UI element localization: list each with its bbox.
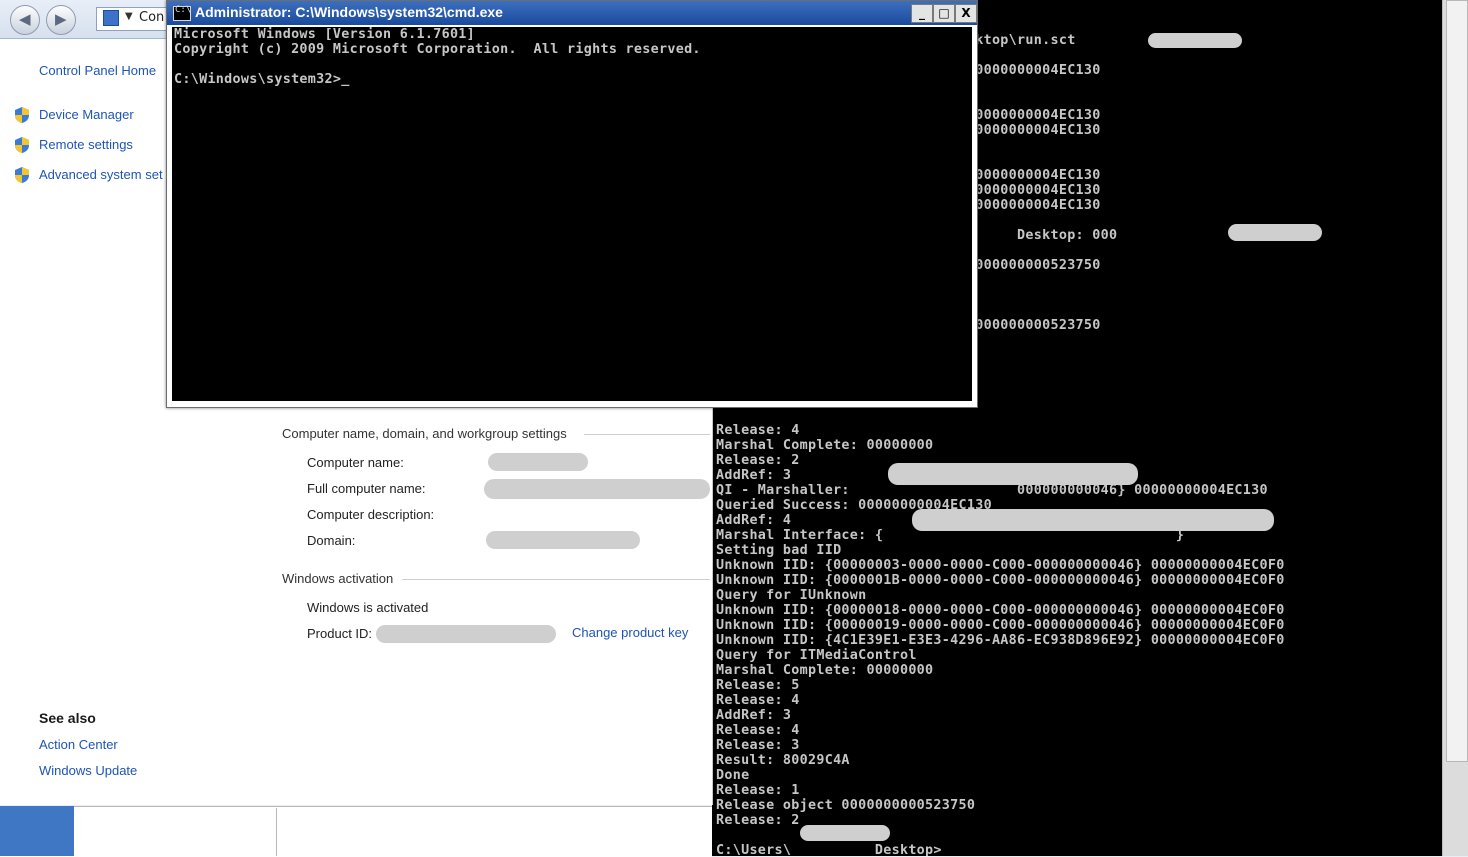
minimize-button[interactable]: _ bbox=[911, 4, 933, 23]
console-line: Microsoft Windows [Version 6.1.7601] bbox=[174, 27, 476, 42]
sidebar: Control Panel Home Device Manager Remote… bbox=[0, 40, 168, 805]
activation-section-heading: Windows activation bbox=[282, 571, 394, 586]
sidebar-control-panel-home[interactable]: Control Panel Home bbox=[39, 63, 156, 78]
cmd-console[interactable]: Microsoft Windows [Version 6.1.7601] Copy… bbox=[172, 27, 972, 401]
console-line: AddRef: 3 bbox=[716, 468, 792, 483]
console-line: Unknown IID: {00000018-0000-0000-C000-00… bbox=[716, 603, 1285, 618]
console-line: Release: 2 bbox=[716, 453, 800, 468]
console-line: Query for IUnknown bbox=[716, 588, 867, 603]
console-line: Release: 4 bbox=[716, 723, 800, 738]
redacted-value bbox=[376, 625, 556, 643]
close-button[interactable]: X bbox=[955, 4, 977, 23]
console-line: Result: 80029C4A bbox=[716, 753, 850, 768]
back-arrow-icon: ◀ bbox=[19, 10, 31, 28]
back-button[interactable]: ◀ bbox=[10, 5, 40, 35]
taskbar-start-area[interactable] bbox=[0, 806, 74, 856]
activation-status: Windows is activated bbox=[307, 600, 429, 615]
forward-button[interactable]: ▶ bbox=[46, 5, 76, 35]
section-divider bbox=[584, 434, 710, 435]
sidebar-item-remote-settings[interactable]: Remote settings bbox=[39, 137, 133, 152]
redaction-mark bbox=[1148, 33, 1242, 48]
control-panel-icon bbox=[103, 10, 119, 26]
maximize-button[interactable]: □ bbox=[933, 4, 955, 23]
console-line: Release object 0000000000523750 bbox=[716, 798, 976, 813]
product-id-label: Product ID: bbox=[307, 626, 373, 641]
console-line: Unknown IID: {4C1E39E1-E3E3-4296-AA86-EC… bbox=[716, 633, 1285, 648]
console-line: Unknown IID: {00000003-0000-0000-C000-00… bbox=[716, 558, 1285, 573]
console-line: Release: 4 bbox=[716, 423, 800, 438]
computer-name-section-heading: Computer name, domain, and workgroup set… bbox=[282, 426, 567, 441]
cmd-window[interactable]: C:\ Administrator: C:\Windows\system32\c… bbox=[166, 0, 978, 408]
console-line: Copyright (c) 2009 Microsoft Corporation… bbox=[174, 42, 701, 57]
console-line: Marshal Complete: 00000000 bbox=[716, 438, 934, 453]
shield-icon bbox=[15, 137, 29, 153]
console-line: Release: 4 bbox=[716, 693, 800, 708]
cmd-title: Administrator: C:\Windows\system32\cmd.e… bbox=[195, 4, 503, 20]
section-divider bbox=[402, 579, 710, 580]
see-also-heading: See also bbox=[39, 710, 96, 726]
computer-name-label: Computer name: bbox=[307, 455, 404, 470]
console-line: Setting bad IID bbox=[716, 543, 842, 558]
see-also-windows-update[interactable]: Windows Update bbox=[39, 763, 137, 778]
sidebar-item-advanced-settings[interactable]: Advanced system set bbox=[39, 167, 163, 182]
cmd-icon: C:\ bbox=[173, 5, 191, 21]
console-line: Release: 5 bbox=[716, 678, 800, 693]
computer-description-label: Computer description: bbox=[307, 507, 435, 522]
taskbar-divider bbox=[276, 808, 277, 856]
see-also-action-center[interactable]: Action Center bbox=[39, 737, 118, 752]
sidebar-item-device-manager[interactable]: Device Manager bbox=[39, 107, 134, 122]
scrollbar-thumb[interactable] bbox=[1446, 0, 1468, 762]
console-line: Query for ITMediaControl bbox=[716, 648, 917, 663]
redacted-value bbox=[488, 453, 588, 471]
shield-icon bbox=[15, 167, 29, 183]
full-computer-name-label: Full computer name: bbox=[307, 481, 426, 496]
console-line: Marshal Complete: 00000000 bbox=[716, 663, 934, 678]
redacted-value bbox=[486, 531, 640, 549]
redacted-value bbox=[484, 479, 710, 499]
shield-icon bbox=[15, 107, 29, 123]
address-text: Con bbox=[139, 10, 165, 25]
chevron-down-icon[interactable]: ▼ bbox=[125, 11, 133, 22]
background-console-scrollbar[interactable] bbox=[1442, 0, 1468, 856]
cmd-title-bar[interactable]: C:\ Administrator: C:\Windows\system32\c… bbox=[167, 1, 977, 25]
forward-arrow-icon: ▶ bbox=[55, 10, 67, 28]
taskbar bbox=[0, 806, 712, 857]
redaction-mark bbox=[888, 463, 1138, 485]
console-line: Unknown IID: {00000019-0000-0000-C000-00… bbox=[716, 618, 1285, 633]
console-line: Release: 2 bbox=[716, 813, 800, 828]
console-line: C:\Users\ Desktop> bbox=[716, 843, 942, 856]
console-line: Release: 1 bbox=[716, 783, 800, 798]
domain-label: Domain: bbox=[307, 533, 356, 548]
console-line: Unknown IID: {0000001B-0000-0000-C000-00… bbox=[716, 573, 1285, 588]
console-line: QI - Marshaller: 000000000046} 000000000… bbox=[716, 483, 1268, 498]
console-line: AddRef: 4 bbox=[716, 513, 792, 528]
console-line: C:\Windows\system32>_ bbox=[174, 72, 350, 87]
console-line: Done bbox=[716, 768, 750, 783]
redaction-mark bbox=[912, 509, 1274, 531]
console-line: Release: 3 bbox=[716, 738, 800, 753]
redaction-mark bbox=[800, 825, 890, 841]
redaction-mark bbox=[1228, 224, 1322, 241]
console-line: AddRef: 3 bbox=[716, 708, 792, 723]
change-product-key-link[interactable]: Change product key bbox=[572, 625, 688, 640]
